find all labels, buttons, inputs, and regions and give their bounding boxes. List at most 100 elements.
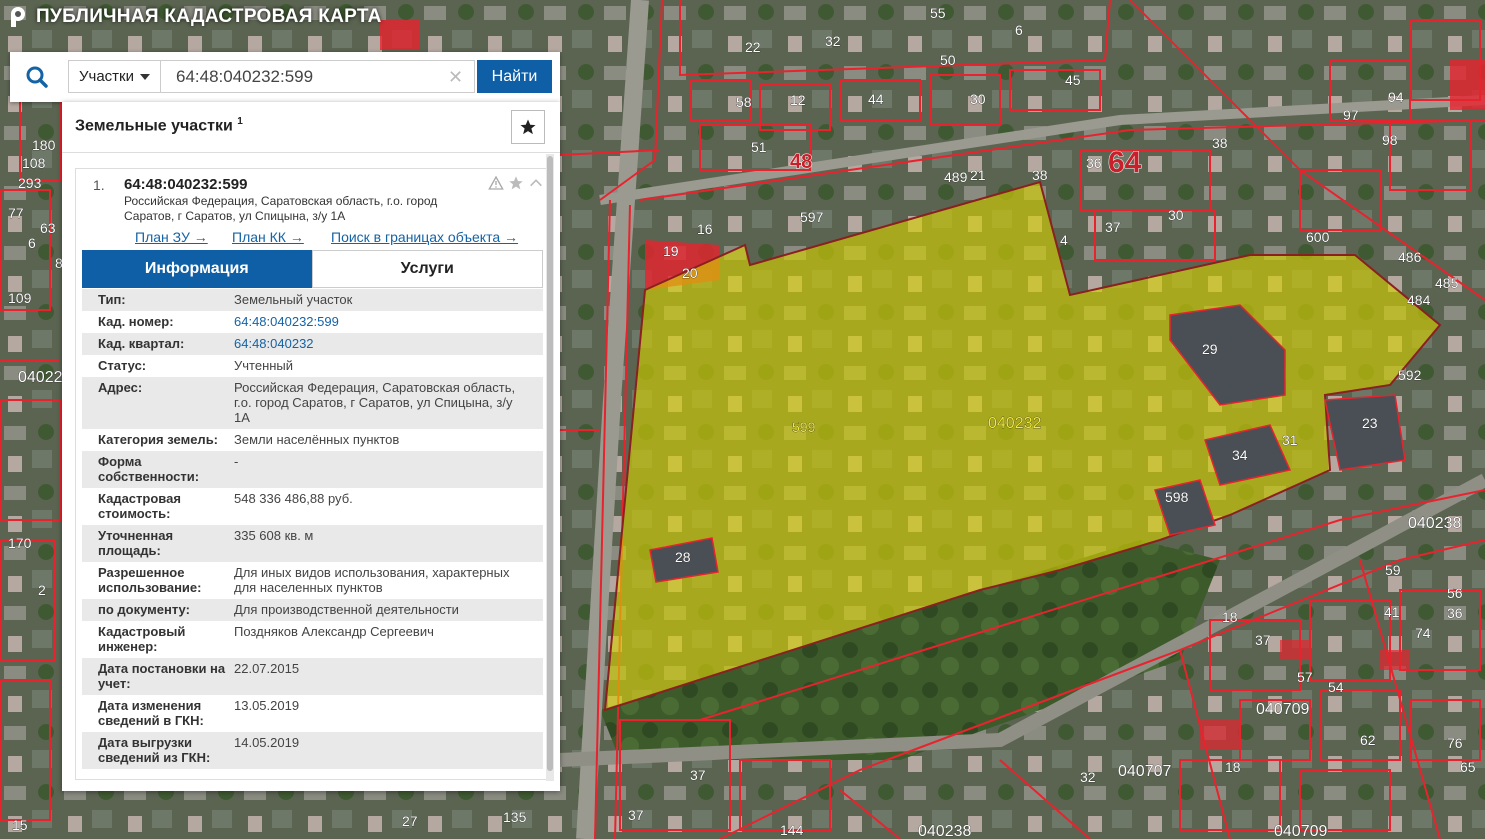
- building-label: 38: [1212, 135, 1228, 151]
- parcel-label: 599: [792, 419, 816, 435]
- building-label: 58: [736, 94, 752, 110]
- building-label: 19: [663, 243, 679, 259]
- building-label: 94: [1388, 89, 1404, 105]
- search-bar: Участки ✕ Найти: [10, 52, 560, 102]
- star-icon[interactable]: [508, 175, 524, 191]
- building-label: 41: [1384, 604, 1400, 620]
- info-row: Адрес: Российская Федерация, Саратовская …: [82, 377, 543, 429]
- info-row: Дата постановки на учет: 22.07.2015: [82, 658, 543, 695]
- panel-title: Земельные участки 1: [75, 116, 243, 135]
- search-in-bounds-link[interactable]: Поиск в границах объекта →: [331, 229, 518, 245]
- search-type-label: Участки: [79, 68, 134, 85]
- result-cad-number[interactable]: 64:48:040232:599: [124, 176, 247, 193]
- result-tabs: Информация Услуги: [82, 250, 543, 288]
- search-icon[interactable]: [25, 65, 49, 89]
- building-label: 64: [1108, 146, 1142, 179]
- building-label: 485: [1435, 275, 1459, 291]
- scrollbar-thumb[interactable]: [547, 156, 553, 771]
- building-label: 32: [825, 33, 841, 49]
- info-value: Земли населённых пунктов: [234, 432, 400, 447]
- building-label: 28: [675, 549, 691, 565]
- building-label: 50: [940, 52, 956, 68]
- find-button[interactable]: Найти: [477, 60, 552, 93]
- building-label: 600: [1306, 229, 1330, 245]
- app-title-text: ПУБЛИЧНАЯ КАДАСТРОВАЯ КАРТА: [36, 6, 382, 27]
- info-row: Форма собственности: -: [82, 451, 543, 488]
- building-label: 22: [745, 39, 761, 55]
- info-label: Дата выгрузки сведений из ГКН:: [98, 735, 211, 765]
- building-label: 32: [1080, 769, 1096, 785]
- plan-zu-link[interactable]: План ЗУ →: [135, 229, 208, 245]
- info-row: Разрешенное использование: Для иных видов…: [82, 562, 543, 599]
- info-label: Форма собственности:: [98, 454, 200, 484]
- panel-title-text: Земельные участки: [75, 117, 233, 135]
- building-label: 135: [503, 809, 527, 825]
- building-label: 37: [1255, 632, 1271, 648]
- plan-kk-link[interactable]: План КК →: [232, 229, 304, 245]
- info-label: Статус:: [98, 358, 147, 373]
- info-value: Российская Федерация, Саратовская област…: [234, 380, 516, 425]
- favorite-button[interactable]: [511, 110, 545, 144]
- info-value: 548 336 486,88 руб.: [234, 491, 353, 506]
- info-value: Поздняков Александр Сергеевич: [234, 624, 434, 639]
- building-label: 98: [1382, 132, 1398, 148]
- info-row: Тип: Земельный участок: [82, 289, 543, 311]
- quarter-label: 040709: [1256, 701, 1309, 718]
- building-label: 108: [22, 155, 46, 171]
- chevron-up-icon[interactable]: [528, 175, 544, 191]
- result-index: 1.: [93, 177, 105, 193]
- info-value: 14.05.2019: [234, 735, 300, 750]
- quarter-label: 040709: [1274, 823, 1327, 839]
- building-label: 598: [1165, 489, 1189, 505]
- clear-icon[interactable]: ✕: [448, 67, 463, 88]
- info-row: Дата выгрузки сведений из ГКН: 14.05.2019: [82, 732, 543, 769]
- building-label: 18: [1225, 759, 1241, 775]
- building-label: 109: [8, 290, 32, 306]
- info-row: Кадастровая стоимость: 548 336 486,88 руб…: [82, 488, 543, 525]
- search-type-dropdown[interactable]: Участки: [68, 60, 161, 93]
- info-label: по документу:: [98, 602, 190, 617]
- info-value: Учтенный: [234, 358, 294, 373]
- info-value: -: [234, 454, 239, 469]
- quarter-label-main: 040232: [988, 415, 1041, 432]
- quarter-label: 040707: [1118, 763, 1171, 780]
- building-label: 36: [1447, 605, 1463, 621]
- result-card: 1. 64:48:040232:599 Российская Федерация…: [75, 168, 547, 780]
- info-table: Тип: Земельный участок Кад. номер: 64:48:04…: [82, 289, 543, 769]
- building-label: 36: [1086, 155, 1102, 171]
- building-label: 293: [18, 175, 42, 191]
- tab-information[interactable]: Информация: [82, 250, 312, 288]
- building-label: 180: [32, 137, 56, 153]
- building-label: 15: [12, 817, 28, 833]
- info-row: Статус: Учтенный: [82, 355, 543, 377]
- quarter-label: 040238: [918, 823, 971, 839]
- search-input[interactable]: [161, 60, 475, 93]
- info-label: Категория земель:: [98, 432, 219, 447]
- info-value: Земельный участок: [234, 292, 353, 307]
- building-label: 37: [628, 807, 644, 823]
- building-label: 16: [697, 221, 713, 237]
- info-value[interactable]: 64:48:040232:599: [234, 314, 543, 329]
- building-label: 44: [868, 91, 884, 107]
- building-label: 597: [800, 209, 824, 225]
- warning-icon[interactable]: [488, 175, 504, 191]
- building-label: 56: [1447, 585, 1463, 601]
- info-value: Для иных видов использования, характерны…: [234, 565, 510, 595]
- result-address: Российская Федерация, Саратовская област…: [124, 194, 438, 223]
- building-label: 59: [1385, 562, 1401, 578]
- info-row: Кад. квартал: 64:48:040232: [82, 333, 543, 355]
- building-label: 74: [1415, 625, 1431, 641]
- info-row: Уточненная площадь: 335 608 кв. м: [82, 525, 543, 562]
- building-label: 6: [28, 235, 36, 251]
- info-label: Кадастровый инженер:: [98, 624, 186, 654]
- info-row: Кадастровый инженер: Поздняков Александр …: [82, 621, 543, 658]
- building-label: 12: [790, 92, 806, 108]
- info-value[interactable]: 64:48:040232: [234, 336, 543, 351]
- info-row: Дата изменения сведений в ГКН: 13.05.2019: [82, 695, 543, 732]
- tab-services[interactable]: Услуги: [311, 250, 543, 288]
- building-label: 63: [40, 220, 56, 236]
- building-label: 48: [790, 151, 812, 173]
- quarter-label: 040238: [1408, 515, 1461, 532]
- building-label: 51: [751, 139, 767, 155]
- divider: [62, 152, 560, 153]
